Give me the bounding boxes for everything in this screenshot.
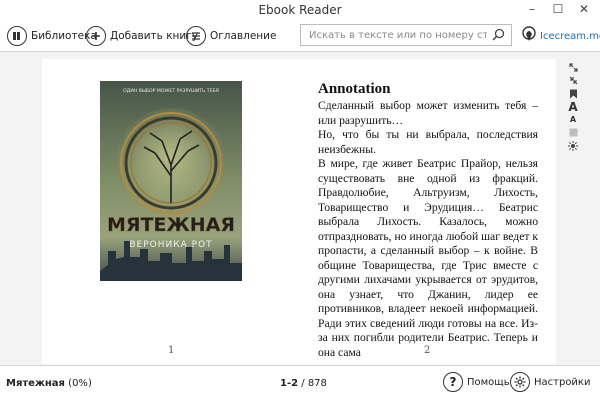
page-number-left: 1: [168, 345, 175, 356]
progress-percent: (0%): [68, 378, 92, 389]
minimize-button[interactable]: –: [520, 0, 544, 20]
status-bar: Мятежная (0%) 1-2 / 878 ? Помощь Настрой…: [0, 365, 600, 400]
sun-icon: [568, 140, 578, 151]
book-text-page: Annotation Сделанный выбор может изменит…: [318, 81, 538, 360]
page-indicator: 1-2 / 878: [280, 378, 327, 389]
reading-area: ОДИН ВЫБОР МОЖЕТ РАЗРУШИТЬ ТЕБЯ МЯТЕЖНАЯ…: [0, 53, 600, 365]
brightness-button[interactable]: [568, 139, 578, 152]
gear-icon: [510, 372, 530, 392]
close-button[interactable]: ✕: [572, 0, 596, 20]
text-paragraph: Но, что бы ты ни выбрала, последствия не…: [318, 128, 538, 156]
bookmark-button[interactable]: [569, 87, 578, 100]
text-paragraph: В мире, где живет Беатрис Прайор, нельзя…: [318, 157, 538, 359]
font-increase-icon[interactable]: A: [568, 100, 577, 114]
collapse-icon: [569, 76, 577, 85]
help-button[interactable]: ? Помощь: [443, 372, 510, 392]
annotation-heading: Annotation: [318, 81, 391, 97]
search-box: [300, 24, 512, 46]
toc-label: Оглавление: [210, 30, 277, 42]
toolbar: Библиотека Добавить книгу Оглавление Ice…: [0, 20, 600, 52]
side-toolbar: A A: [566, 61, 580, 152]
background-color-button[interactable]: [569, 126, 578, 139]
title-bar: Ebook Reader – ☐ ✕: [0, 0, 600, 20]
current-pages: 1-2: [280, 378, 299, 389]
search-icon[interactable]: [492, 28, 505, 44]
help-icon: ?: [443, 372, 463, 392]
cover-image: ОДИН ВЫБОР МОЖЕТ РАЗРУШИТЬ ТЕБЯ МЯТЕЖНАЯ…: [100, 81, 242, 281]
book-cover: ОДИН ВЫБОР МОЖЕТ РАЗРУШИТЬ ТЕБЯ МЯТЕЖНАЯ…: [100, 81, 242, 281]
bookmark-icon: [569, 89, 577, 98]
text-paragraph: Сделанный выбор может изменить тебя – ил…: [318, 99, 538, 127]
book-progress: Мятежная (0%): [6, 378, 92, 389]
expand-icon: [569, 63, 577, 72]
fullscreen-button[interactable]: [569, 61, 578, 74]
cover-author: ВЕРОНИКА РОТ: [129, 240, 212, 250]
font-decrease-icon[interactable]: A: [570, 113, 576, 126]
color-square-icon: [569, 128, 577, 137]
settings-label: Настройки: [534, 376, 591, 388]
help-label: Помощь: [467, 376, 510, 388]
plus-icon: [86, 26, 106, 46]
library-icon: [7, 26, 27, 46]
add-book-button[interactable]: Добавить книгу: [86, 24, 198, 48]
library-button[interactable]: Библиотека: [7, 24, 97, 48]
book-spread: ОДИН ВЫБОР МОЖЕТ РАЗРУШИТЬ ТЕБЯ МЯТЕЖНАЯ…: [42, 59, 556, 364]
maximize-button[interactable]: ☐: [546, 0, 570, 20]
search-input[interactable]: [301, 25, 487, 45]
brand-link[interactable]: Icecream.me: [522, 26, 600, 46]
cover-title: МЯТЕЖНАЯ: [107, 214, 235, 236]
book-title-status: Мятежная: [6, 378, 65, 389]
cover-tagline: ОДИН ВЫБОР МОЖЕТ РАЗРУШИТЬ ТЕБЯ: [123, 88, 219, 94]
add-book-label: Добавить книгу: [110, 30, 198, 42]
total-pages: / 878: [301, 378, 327, 389]
page-number-right: 2: [424, 345, 431, 356]
icecream-logo-icon: [522, 26, 536, 41]
list-icon: [186, 26, 206, 46]
fit-page-button[interactable]: [569, 74, 578, 87]
window-title: Ebook Reader: [258, 3, 342, 17]
settings-button[interactable]: Настройки: [510, 372, 590, 392]
toc-button[interactable]: Оглавление: [186, 24, 276, 48]
brand-label: Icecream.me: [540, 30, 600, 42]
